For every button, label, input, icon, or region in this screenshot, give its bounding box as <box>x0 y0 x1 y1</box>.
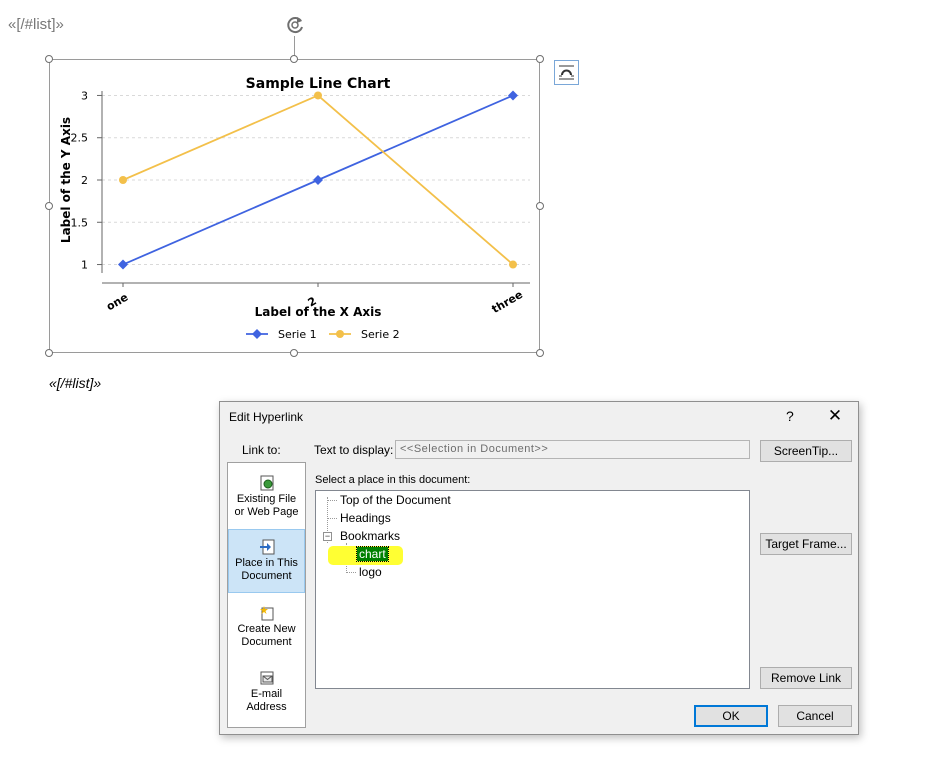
tree-item-chart[interactable]: chart <box>356 546 389 562</box>
text-to-display-input[interactable]: <<Selection in Document>> <box>395 440 750 459</box>
data-point <box>509 260 517 269</box>
data-point <box>508 90 518 101</box>
web-page-icon <box>259 475 275 491</box>
y-axis-label: Label of the Y Axis <box>59 117 73 243</box>
resize-handle-top[interactable] <box>290 55 298 63</box>
link-option-label: Document <box>241 636 292 648</box>
screentip-button[interactable]: ScreenTip... <box>760 440 852 462</box>
place-in-document-icon <box>259 539 275 555</box>
resize-handle-top-left[interactable] <box>45 55 53 63</box>
link-option-label: Existing File <box>236 493 297 505</box>
x-axis-label: Label of the X Axis <box>255 305 382 319</box>
x-tick-label: one <box>104 291 130 314</box>
y-tick-label: 1 <box>81 259 88 272</box>
data-point <box>313 175 323 185</box>
tree-item-headings[interactable]: Headings <box>340 511 391 525</box>
select-place-label: Select a place in this document: <box>315 474 471 486</box>
y-tick-label: 2.5 <box>71 132 89 145</box>
tree-line <box>346 572 356 573</box>
rotate-icon[interactable] <box>284 14 306 36</box>
y-tick-label: 3 <box>81 89 88 102</box>
legend-marker <box>336 330 344 338</box>
legend-marker <box>252 329 262 339</box>
x-tick-label: three <box>490 288 525 316</box>
layout-options-icon[interactable] <box>554 60 579 85</box>
link-option-existing-file[interactable]: Existing File or Web Page <box>228 473 305 525</box>
rotate-handle-stem <box>294 36 295 56</box>
data-point <box>314 91 322 100</box>
link-option-label: Create New <box>237 623 296 635</box>
data-point <box>119 176 127 184</box>
link-option-label: Place in This <box>235 557 298 569</box>
chart-title: Sample Line Chart <box>246 76 391 92</box>
new-document-icon <box>259 605 275 621</box>
email-icon <box>259 670 275 686</box>
link-option-place-in-document[interactable]: Place in This Document <box>228 529 305 593</box>
link-option-create-new[interactable]: Create New Document <box>228 601 305 653</box>
tree-line <box>327 518 337 519</box>
resize-handle-bottom[interactable] <box>290 349 298 357</box>
help-button[interactable]: ? <box>786 408 794 424</box>
tree-line <box>327 500 337 501</box>
link-to-label: Link to: <box>242 443 281 457</box>
tree-item-bookmarks[interactable]: Bookmarks <box>340 529 400 543</box>
y-tick-label: 2 <box>81 174 88 187</box>
link-option-label: or Web Page <box>234 506 299 518</box>
collapse-icon[interactable]: − <box>323 532 332 541</box>
legend-label: Serie 1 <box>278 328 317 341</box>
y-tick-label: 1.5 <box>71 216 89 229</box>
resize-handle-bottom-right[interactable] <box>536 349 544 357</box>
tree-item-logo[interactable]: logo <box>359 565 382 579</box>
link-to-panel: Existing File or Web Page Place in This … <box>227 462 306 728</box>
text-to-display-label: Text to display: <box>314 443 394 457</box>
resize-handle-bottom-left[interactable] <box>45 349 53 357</box>
list-end-tag-top: «[/#list]» <box>8 16 64 33</box>
document-places-tree[interactable]: Top of the Document Headings − Bookmarks… <box>315 490 750 689</box>
link-option-email[interactable]: E-mail Address <box>228 666 305 718</box>
ok-button[interactable]: OK <box>694 705 768 727</box>
link-option-label: Document <box>241 570 292 582</box>
resize-handle-left[interactable] <box>45 202 53 210</box>
link-option-label: Address <box>246 701 287 713</box>
tree-item-top-of-document[interactable]: Top of the Document <box>340 493 451 507</box>
link-option-label: E-mail <box>250 688 283 700</box>
line-chart: Sample Line Chart11.522.53one 2 threeLabel… <box>59 76 530 341</box>
cancel-button[interactable]: Cancel <box>778 705 852 727</box>
target-frame-button[interactable]: Target Frame... <box>760 533 852 555</box>
edit-hyperlink-dialog: Edit Hyperlink ? ✕ Link to: Existing Fil… <box>219 401 859 735</box>
data-point <box>118 259 128 270</box>
legend-label: Serie 2 <box>361 328 400 341</box>
close-icon[interactable]: ✕ <box>822 404 848 428</box>
dialog-title: Edit Hyperlink <box>229 410 304 424</box>
resize-handle-right[interactable] <box>536 202 544 210</box>
list-end-tag-bottom: «[/#list]» <box>49 375 102 391</box>
resize-handle-top-right[interactable] <box>536 55 544 63</box>
remove-link-button[interactable]: Remove Link <box>760 667 852 689</box>
